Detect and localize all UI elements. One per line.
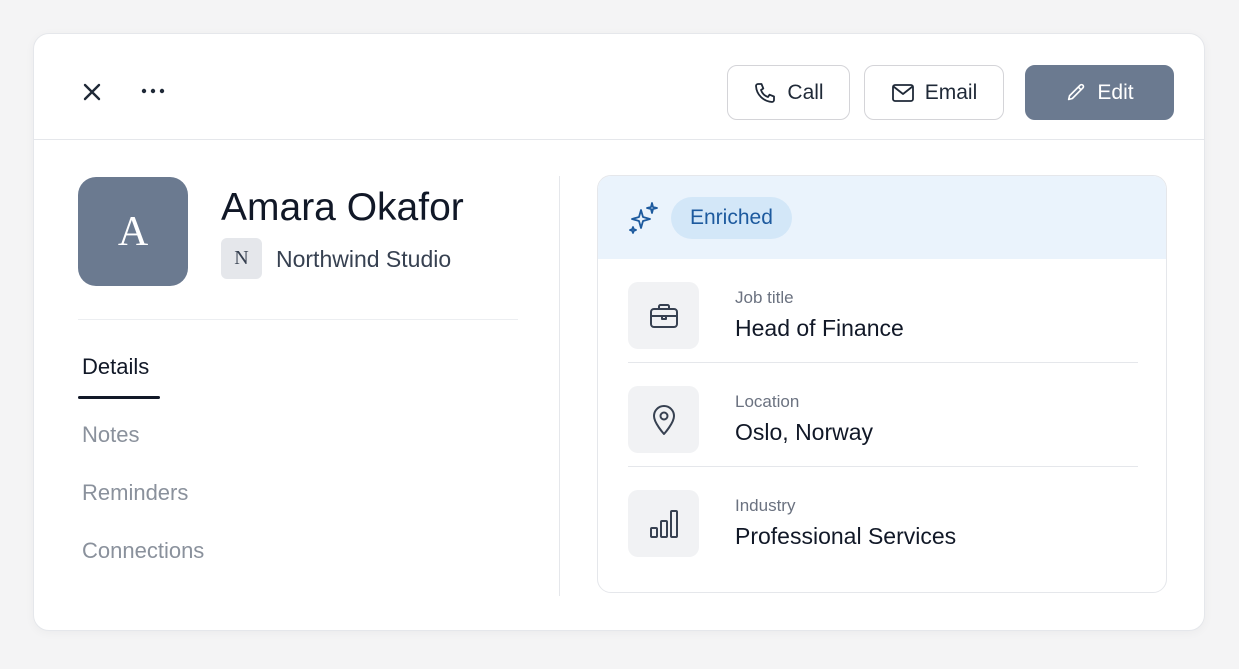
pencil-icon: [1068, 83, 1085, 100]
mail-icon: [891, 83, 914, 102]
field-row-job-title: Job title Head of Finance: [628, 259, 1138, 363]
tab-notes[interactable]: Notes: [82, 422, 139, 448]
tab-details[interactable]: Details: [82, 354, 149, 380]
row-icon-box: [628, 490, 699, 557]
avatar: A: [78, 177, 188, 286]
field-value: Oslo, Norway: [735, 419, 874, 445]
toolbar: Call Email Edit: [34, 34, 1204, 140]
field-label: Industry: [735, 496, 796, 515]
more-options-button[interactable]: [133, 71, 173, 111]
contact-summary: A Amara Okafor N Northwind Studio Detail…: [78, 140, 518, 630]
field-value: Professional Services: [735, 523, 957, 549]
map-pin-icon: [652, 404, 675, 435]
phone-icon: [755, 82, 776, 103]
field-row-industry: Industry Professional Services: [628, 467, 1138, 571]
tab-reminders[interactable]: Reminders: [82, 480, 188, 506]
edit-button[interactable]: Edit: [1025, 65, 1174, 120]
call-label: Call: [787, 80, 824, 104]
field-value: Head of Finance: [735, 315, 904, 341]
contact-name: Amara Okafor: [221, 186, 464, 229]
call-button[interactable]: Call: [727, 65, 850, 120]
enrichment-header: Enriched: [598, 176, 1166, 259]
company-logo: N: [221, 238, 262, 279]
enriched-badge: Enriched: [671, 197, 792, 239]
email-label: Email: [924, 80, 978, 104]
row-icon-box: [628, 386, 699, 453]
sparkles-icon: [629, 202, 658, 234]
contact-card: Call Email Edit A Amara Okafor N Northwi…: [33, 33, 1205, 631]
enrichment-panel: Enriched Job title Head of Finance Locat…: [597, 175, 1167, 593]
company-name[interactable]: Northwind Studio: [276, 246, 451, 273]
more-horizontal-icon: [141, 88, 165, 94]
row-icon-box: [628, 282, 699, 349]
vertical-divider: [559, 176, 560, 596]
field-label: Location: [735, 392, 800, 411]
close-button[interactable]: [72, 72, 112, 112]
tab-connections[interactable]: Connections: [82, 538, 204, 564]
field-label: Job title: [735, 288, 794, 307]
active-tab-indicator: [78, 396, 160, 399]
edit-label: Edit: [1097, 80, 1134, 104]
email-button[interactable]: Email: [864, 65, 1004, 120]
briefcase-icon: [649, 303, 678, 328]
field-row-location: Location Oslo, Norway: [628, 363, 1138, 467]
close-icon: [83, 83, 101, 101]
divider: [78, 319, 518, 320]
bar-chart-icon: [649, 509, 678, 538]
